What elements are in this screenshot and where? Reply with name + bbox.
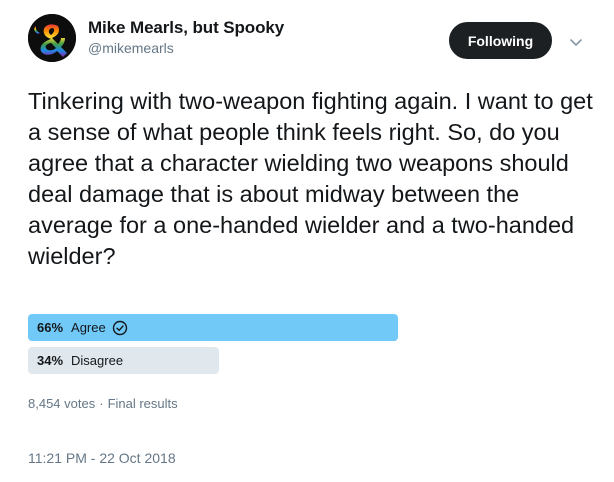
poll-label: Disagree [71,353,124,368]
poll-percent: 34% [37,353,64,368]
poll-votes: 8,454 votes [28,396,96,411]
rainbow-ampersand-logo-icon [28,14,76,62]
following-button[interactable]: Following [449,22,552,59]
check-circle-icon [112,320,128,336]
poll-status: Final results [107,396,178,411]
chevron-down-icon[interactable] [568,34,584,50]
poll-label: Agree [71,320,106,335]
separator-dot: · [99,396,104,411]
poll-meta: 8,454 votes · Final results [28,396,178,411]
tweet-text: Tinkering with two-weapon fighting again… [28,88,593,269]
handle[interactable]: @mikemearls [88,39,284,57]
poll-option-agree: 66% Agree [28,314,398,341]
tweet-card: Mike Mearls, but Spooky @mikemearls Foll… [0,0,614,482]
avatar[interactable] [28,14,76,62]
poll-option-disagree: 34% Disagree [28,347,219,374]
author-block[interactable]: Mike Mearls, but Spooky @mikemearls [88,18,284,57]
display-name[interactable]: Mike Mearls, but Spooky [88,18,284,38]
timestamp[interactable]: 11:21 PM - 22 Oct 2018 [28,450,176,466]
poll-percent: 66% [37,320,64,335]
